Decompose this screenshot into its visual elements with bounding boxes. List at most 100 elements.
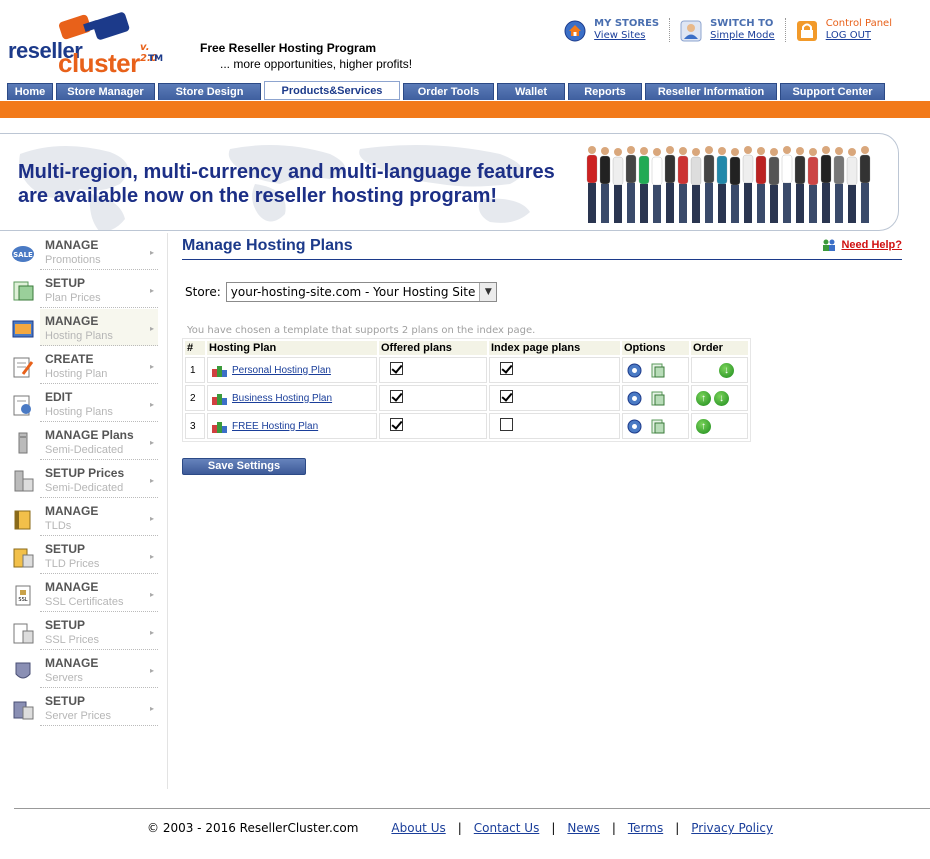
row-number: 1: [185, 357, 205, 383]
store-select[interactable]: your-hosting-site.com - Your Hosting Sit…: [225, 282, 498, 302]
order-cell: ↓: [691, 357, 748, 383]
sidebar-item-setup-plan-prices[interactable]: SETUP Plan Prices ▸: [0, 271, 160, 309]
sidebar-item-manage-promotions[interactable]: SALE MANAGE Promotions ▸: [0, 233, 160, 271]
plan-link[interactable]: Business Hosting Plan: [232, 393, 332, 404]
person-body: [781, 154, 793, 184]
user-switch-icon: [680, 20, 702, 42]
offered-checkbox[interactable]: [390, 418, 403, 431]
store-select-value: your-hosting-site.com - Your Hosting Sit…: [230, 285, 476, 299]
sidebar-item-manage-tlds[interactable]: MANAGE TLDs ▸: [0, 499, 160, 537]
order-cell: ↑ ↓: [691, 385, 748, 411]
edit-plan-icon[interactable]: [650, 363, 665, 378]
server-tower-icon: [18, 432, 28, 454]
sidebar-item-manage-servers[interactable]: MANAGE Servers ▸: [0, 651, 160, 689]
person-legs: [601, 184, 609, 223]
reseller-cluster-logo[interactable]: reseller cluster v. 2.0 TM: [8, 12, 168, 78]
index-page-checkbox[interactable]: [500, 390, 513, 403]
server-shield-icon: [15, 662, 31, 679]
tab-store-design[interactable]: Store Design: [158, 83, 261, 100]
person-legs: [796, 184, 804, 223]
offered-cell: [379, 413, 487, 439]
person-head: [666, 146, 674, 154]
preview-icon[interactable]: [627, 363, 642, 378]
index-page-checkbox[interactable]: [500, 418, 513, 431]
offered-checkbox[interactable]: [390, 390, 403, 403]
sidebar-item-title: MANAGE: [45, 314, 99, 328]
promo-banner[interactable]: Multi-region, multi-currency and multi-l…: [0, 133, 899, 231]
footer-link-terms[interactable]: Terms: [628, 821, 663, 835]
sidebar-item-manage-ssl-certificates[interactable]: SSL MANAGE SSL Certificates ▸: [0, 575, 160, 613]
move-up-icon[interactable]: ↑: [696, 390, 711, 406]
tab-support-center[interactable]: Support Center: [780, 83, 885, 100]
plan-link[interactable]: Personal Hosting Plan: [232, 365, 331, 376]
tab-products-services[interactable]: Products&Services: [264, 81, 400, 100]
chevron-right-icon: ▸: [149, 666, 154, 675]
need-help-link[interactable]: Need Help?: [822, 239, 902, 251]
person-legs: [809, 185, 817, 223]
sidebar-item-create-hosting-plan[interactable]: CREATE Hosting Plan ▸: [0, 347, 160, 385]
main-content: Manage Hosting Plans Need Help? Store: y…: [182, 233, 902, 475]
person-legs: [666, 183, 674, 223]
move-down-icon[interactable]: ↓: [714, 390, 729, 406]
plan-link[interactable]: FREE Hosting Plan: [232, 421, 318, 432]
sidebar-item-setup-server-prices[interactable]: SETUP Server Prices ▸: [0, 689, 160, 727]
tab-wallet[interactable]: Wallet: [497, 83, 565, 100]
logout-link[interactable]: LOG OUT: [826, 30, 892, 42]
plan-blocks-icon: [212, 421, 227, 433]
edit-plan-icon[interactable]: [650, 419, 665, 434]
person-body: [716, 155, 728, 185]
footer-link-contact[interactable]: Contact Us: [474, 821, 540, 835]
sidebar-item-edit-hosting-plans[interactable]: EDIT Hosting Plans ▸: [0, 385, 160, 423]
tab-home[interactable]: Home: [7, 83, 53, 100]
chevron-right-icon: ▸: [149, 286, 154, 295]
sidebar-item-subtitle: Servers: [45, 672, 83, 684]
column-header: Order: [691, 341, 748, 355]
move-down-icon[interactable]: ↓: [719, 362, 734, 378]
preview-icon[interactable]: [627, 391, 642, 406]
footer-link-privacy[interactable]: Privacy Policy: [691, 821, 773, 835]
banner-line-1: Multi-region, multi-currency and multi-l…: [18, 161, 555, 183]
index-page-checkbox[interactable]: [500, 362, 513, 375]
sidebar-item-subtitle: Semi-Dedicated: [45, 482, 124, 494]
sidebar-item-setup-tld-prices[interactable]: SETUP TLD Prices ▸: [0, 537, 160, 575]
index-cell: [489, 357, 620, 383]
view-sites-link[interactable]: View Sites: [594, 30, 659, 42]
tab-order-tools[interactable]: Order Tools: [403, 83, 494, 100]
crowd-people-image: [586, 146, 871, 223]
tab-store-manager[interactable]: Store Manager: [56, 83, 155, 100]
person-body: [638, 155, 650, 185]
create-document-icon: [13, 357, 34, 378]
move-up-icon[interactable]: ↑: [696, 418, 711, 434]
column-header: Options: [622, 341, 689, 355]
banner-text: Multi-region, multi-currency and multi-l…: [18, 160, 555, 208]
sidebar-item-title: MANAGE Plans: [45, 428, 134, 442]
sidebar-item-setup-ssl-prices[interactable]: SETUP SSL Prices ▸: [0, 613, 160, 651]
footer-link-news[interactable]: News: [567, 821, 599, 835]
preview-icon[interactable]: [627, 419, 642, 434]
simple-mode-link[interactable]: Simple Mode: [710, 30, 775, 42]
chevron-right-icon: ▸: [149, 324, 154, 333]
footer-separator: |: [611, 821, 616, 835]
tab-reseller-information[interactable]: Reseller Information: [645, 83, 777, 100]
sidebar-item-manage-semi-dedicated-plans[interactable]: MANAGE Plans Semi-Dedicated ▸: [0, 423, 160, 461]
tab-reports[interactable]: Reports: [568, 83, 642, 100]
sidebar-item-title: MANAGE: [45, 656, 99, 670]
person-body: [599, 155, 611, 185]
chevron-right-icon: ▸: [149, 476, 154, 485]
person-body: [625, 154, 637, 184]
person-legs: [783, 183, 791, 223]
ssl-calculator-icon: [13, 623, 34, 644]
footer-link-about[interactable]: About Us: [391, 821, 445, 835]
options-cell: [622, 357, 689, 383]
sidebar-item-manage-hosting-plans[interactable]: MANAGE Hosting Plans ▸: [0, 309, 160, 347]
save-settings-button[interactable]: Save Settings: [182, 458, 306, 475]
sidebar-item-setup-semi-dedicated-prices[interactable]: SETUP Prices Semi-Dedicated ▸: [0, 461, 160, 499]
sidebar-item-title: MANAGE: [45, 580, 99, 594]
edit-plan-icon[interactable]: [650, 391, 665, 406]
index-cell: [489, 413, 620, 439]
offered-checkbox[interactable]: [390, 362, 403, 375]
person-head: [588, 146, 596, 154]
person-legs: [822, 183, 830, 223]
sidebar-item-subtitle: Plan Prices: [45, 292, 101, 304]
sidebar-item-subtitle: Promotions: [45, 254, 101, 266]
